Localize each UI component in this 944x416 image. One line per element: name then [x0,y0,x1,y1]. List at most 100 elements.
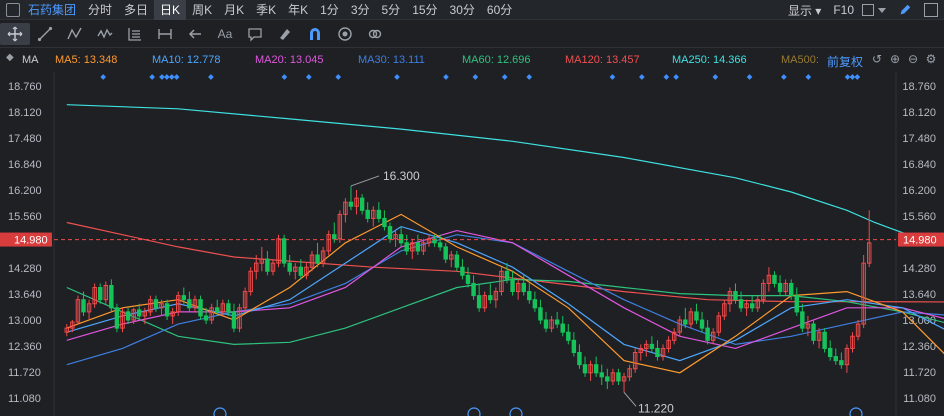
candle-body-79[interactable] [504,270,510,280]
candle-body-27[interactable] [215,307,220,313]
event-marker-7[interactable] [281,74,288,80]
candle-body-22[interactable] [187,299,192,309]
candle-body-8[interactable] [109,284,114,309]
stock-name[interactable]: 石药集团 [28,1,76,18]
event-marker-1[interactable] [149,74,155,80]
event-marker-12[interactable] [472,74,479,80]
event-marker-4[interactable] [168,74,175,80]
candle-body-30[interactable] [231,311,237,329]
event-marker-13[interactable] [501,74,508,80]
ex-dividend-marker-1[interactable] [467,407,481,416]
chevron-down-icon[interactable] [878,7,886,13]
candle-body-136[interactable] [822,331,827,349]
candle-body-16[interactable] [153,299,159,309]
candle-body-6[interactable] [97,287,103,301]
candle-body-92[interactable] [577,352,582,366]
candle-body-91[interactable] [571,339,577,353]
event-marker-6[interactable] [208,74,214,80]
event-marker-15[interactable] [609,74,616,80]
candle-body-67[interactable] [437,242,443,248]
tab-period-10[interactable]: 15分 [406,0,443,20]
candle-body-40[interactable] [287,262,292,272]
candle-body-137[interactable] [827,347,833,358]
candle-body-121[interactable] [738,299,744,309]
tab-period-3[interactable]: 周K [186,0,218,20]
tab-period-9[interactable]: 5分 [376,0,407,20]
tab-period-2[interactable]: 日K [154,0,187,20]
candle-body-48[interactable] [332,234,337,240]
candle-body-99[interactable] [616,372,621,382]
ma-legend-title[interactable]: MA [22,54,39,66]
arrow-tool-icon[interactable] [180,23,210,45]
event-marker-9[interactable] [335,74,342,80]
tab-period-5[interactable]: 季K [250,0,282,20]
tab-period-4[interactable]: 月K [218,0,250,20]
candle-body-54[interactable] [365,209,370,219]
add-icon[interactable]: ⊕ [888,52,902,66]
candle-body-82[interactable] [521,282,526,293]
candle-body-9[interactable] [114,307,120,329]
candle-body-83[interactable] [527,291,532,301]
candle-body-132[interactable] [800,311,805,329]
candle-body-58[interactable] [387,226,393,240]
candle-body-21[interactable] [181,295,187,301]
expand-icon[interactable] [924,3,938,17]
candlestick-chart[interactable]: 18.760 18.760 18.120 18.120 17.480 17.480 16.8… [0,72,944,416]
candle-body-42[interactable] [298,266,304,276]
candle-body-123[interactable] [749,303,755,309]
event-marker-25[interactable] [854,74,861,80]
candle-body-115[interactable] [705,327,710,341]
candle-body-25[interactable] [203,315,209,321]
crosshair-icon[interactable] [0,23,30,45]
candle-body-120[interactable] [733,291,738,301]
collapse-icon[interactable]: ◆ [6,52,14,63]
event-marker-21[interactable] [781,74,787,80]
candle-body-53[interactable] [359,197,365,211]
tab-period-0[interactable]: 分时 [82,0,118,20]
candle-body-18[interactable] [164,303,170,317]
candle-body-85[interactable] [538,307,543,321]
candle-body-113[interactable] [694,311,699,321]
pen-icon[interactable] [898,3,912,17]
event-marker-14[interactable] [526,74,533,80]
remove-icon[interactable]: ⊖ [906,52,920,66]
event-marker-17[interactable] [663,74,670,80]
event-marker-5[interactable] [173,74,180,80]
ex-dividend-marker-0[interactable] [213,407,227,416]
candle-body-76[interactable] [488,295,493,301]
candle-body-60[interactable] [398,234,404,244]
candle-body-36[interactable] [265,258,270,272]
fib-tool-icon[interactable] [120,23,150,45]
tab-period-7[interactable]: 1分 [314,0,345,20]
candle-body-84[interactable] [532,299,538,309]
candle-body-86[interactable] [543,319,549,329]
candle-body-72[interactable] [465,274,471,284]
event-marker-19[interactable] [712,74,719,80]
candle-body-80[interactable] [510,278,515,293]
tab-period-1[interactable]: 多日 [118,0,154,20]
candle-body-3[interactable] [81,299,86,313]
measure-tool-icon[interactable] [150,23,180,45]
eraser-icon[interactable] [270,23,300,45]
event-marker-16[interactable] [639,74,645,80]
candle-body-45[interactable] [315,254,320,264]
layout-square-icon[interactable] [862,4,874,16]
text-tool-icon[interactable]: Aa [210,23,240,45]
tab-period-12[interactable]: 60分 [481,0,518,20]
candle-body-74[interactable] [476,295,482,309]
candle-body-73[interactable] [471,282,476,297]
link-icon[interactable] [360,23,390,45]
candle-body-24[interactable] [198,299,203,317]
candle-body-114[interactable] [699,319,705,329]
candle-body-131[interactable] [794,295,799,313]
event-marker-24[interactable] [849,74,856,80]
event-marker-23[interactable] [844,74,851,80]
candle-body-93[interactable] [582,364,588,374]
undo-icon[interactable]: ↺ [870,52,884,66]
candle-body-88[interactable] [554,319,560,325]
note-tool-icon[interactable] [240,23,270,45]
candle-body-68[interactable] [443,246,448,260]
candle-body-97[interactable] [605,376,610,382]
candle-body-105[interactable] [649,343,655,349]
display-button[interactable]: 显示 ▾ [788,2,821,19]
